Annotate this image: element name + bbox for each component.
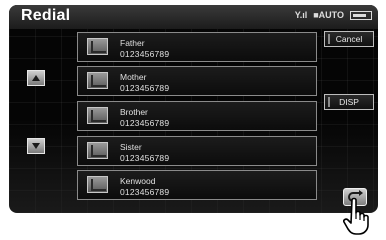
contact-icon (87, 176, 108, 193)
pointing-hand-icon (343, 197, 369, 235)
contact-name: Kenwood (120, 176, 156, 186)
contact-name: Brother (120, 107, 148, 117)
cancel-button[interactable]: Cancel (324, 31, 374, 47)
top-bar: Redial Y.ıl ■AUTO (9, 5, 378, 29)
contact-number: 0123456789 (120, 153, 170, 163)
contact-icon (87, 107, 108, 124)
signal-icon: Y.ıl (294, 10, 308, 20)
battery-icon (350, 10, 372, 20)
contact-icon (87, 72, 108, 89)
contact-entry-kenwood[interactable]: Kenwood 0123456789 (77, 170, 317, 200)
contact-number: 0123456789 (120, 83, 170, 93)
contact-icon (87, 142, 108, 159)
redial-screen: Redial Y.ıl ■AUTO Father 0123456789 Moth… (9, 5, 378, 213)
disp-button[interactable]: DISP (324, 94, 374, 110)
scroll-down-button[interactable] (27, 138, 45, 154)
contact-entry-father[interactable]: Father 0123456789 (77, 32, 317, 62)
contact-entry-mother[interactable]: Mother 0123456789 (77, 66, 317, 96)
contact-entry-sister[interactable]: Sister 0123456789 (77, 136, 317, 166)
status-area: Y.ıl ■AUTO (295, 10, 372, 20)
auto-indicator: ■AUTO (313, 10, 344, 20)
contact-number: 0123456789 (120, 118, 170, 128)
contact-name: Father (120, 38, 145, 48)
page-title: Redial (21, 7, 71, 24)
contact-number: 0123456789 (120, 187, 170, 197)
down-arrow-icon (32, 143, 40, 149)
contact-name: Sister (120, 142, 142, 152)
contact-icon (87, 38, 108, 55)
contact-name: Mother (120, 72, 147, 82)
contact-number: 0123456789 (120, 49, 170, 59)
scroll-up-button[interactable] (27, 70, 45, 86)
up-arrow-icon (32, 75, 40, 81)
contact-entry-brother[interactable]: Brother 0123456789 (77, 101, 317, 131)
